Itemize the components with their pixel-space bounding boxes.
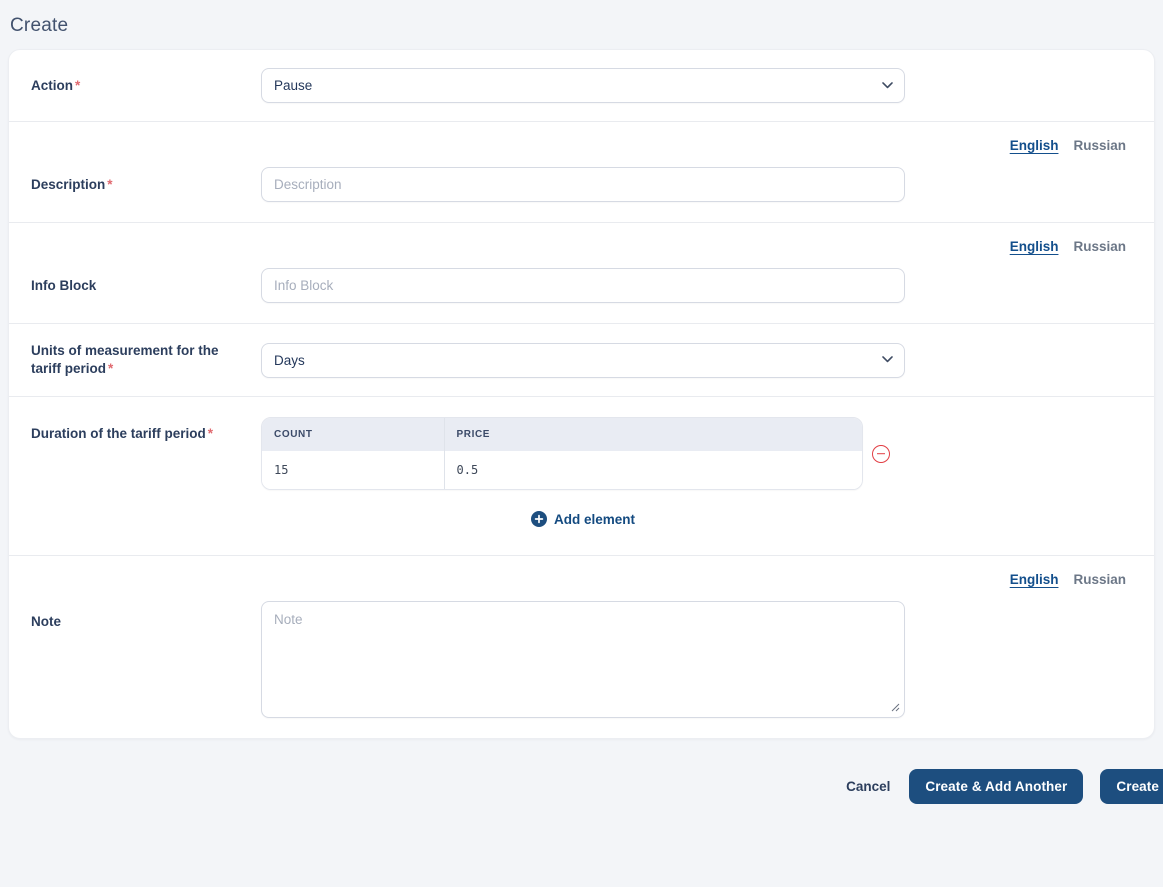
note-textarea[interactable] bbox=[261, 601, 905, 718]
required-asterisk: * bbox=[75, 77, 81, 93]
field-label-duration: Duration of the tariff period * bbox=[31, 425, 261, 531]
remove-row-button[interactable] bbox=[872, 444, 890, 463]
language-tabs: English Russian bbox=[9, 122, 1154, 153]
repeater-row-line: COUNT PRICE 15 0.5 bbox=[261, 417, 905, 490]
field-row-action: Action * Pause bbox=[9, 50, 1154, 121]
description-field bbox=[261, 167, 905, 202]
section-info-block: English Russian Info Block bbox=[9, 223, 1154, 323]
cancel-button[interactable]: Cancel bbox=[844, 771, 892, 802]
add-element-button[interactable]: Add element bbox=[525, 507, 641, 531]
field-label-description: Description * bbox=[31, 176, 261, 194]
table-header-row: COUNT PRICE bbox=[262, 418, 862, 451]
duration-label: Duration of the tariff period bbox=[31, 426, 206, 441]
required-asterisk: * bbox=[107, 176, 113, 192]
description-label: Description bbox=[31, 176, 106, 192]
column-header-count: COUNT bbox=[262, 418, 444, 451]
chevron-down-icon bbox=[882, 356, 893, 363]
section-description: English Russian Description * bbox=[9, 122, 1154, 222]
units-select-value: Days bbox=[274, 352, 305, 368]
field-row-duration: Duration of the tariff period * COUNT PRI… bbox=[9, 397, 1154, 555]
create-page: Create Action * Pause English Russian De… bbox=[0, 0, 1163, 887]
column-header-price: PRICE bbox=[443, 418, 862, 451]
field-label-units: Units of measurement for the tariff peri… bbox=[31, 342, 261, 378]
tab-english[interactable]: English bbox=[1010, 239, 1059, 254]
price-cell[interactable]: 0.5 bbox=[443, 451, 862, 489]
plus-circle-icon bbox=[530, 511, 547, 527]
resize-handle-icon[interactable] bbox=[891, 703, 900, 712]
chevron-down-icon bbox=[882, 81, 893, 88]
units-field: Days bbox=[261, 342, 905, 378]
add-element-label: Add element bbox=[553, 511, 635, 527]
units-label: Units of measurement for the tariff peri… bbox=[31, 343, 219, 376]
add-element-wrap: Add element bbox=[261, 507, 905, 531]
action-label: Action bbox=[31, 77, 73, 93]
note-label: Note bbox=[31, 614, 61, 629]
field-row-info-block: Info Block bbox=[9, 254, 1154, 323]
page-title: Create bbox=[10, 15, 69, 36]
action-select-value: Pause bbox=[274, 78, 313, 93]
language-tabs: English Russian bbox=[9, 223, 1154, 254]
action-select[interactable]: Pause bbox=[261, 68, 905, 103]
note-textarea-wrap bbox=[261, 601, 905, 718]
field-label-info-block: Info Block bbox=[31, 277, 261, 295]
field-row-note: Note bbox=[9, 587, 1154, 738]
field-label-action: Action * bbox=[31, 77, 261, 95]
footer-actions: Cancel Create & Add Another Create bbox=[0, 769, 1163, 804]
form-card: Action * Pause English Russian Descriptio… bbox=[8, 49, 1155, 739]
create-button[interactable]: Create bbox=[1100, 769, 1163, 804]
info-block-input[interactable] bbox=[261, 268, 905, 303]
tab-russian[interactable]: Russian bbox=[1073, 572, 1126, 587]
duration-table: COUNT PRICE 15 0.5 bbox=[261, 417, 863, 490]
table-row: 15 0.5 bbox=[262, 451, 862, 489]
duration-field: COUNT PRICE 15 0.5 Add element bbox=[261, 417, 905, 531]
required-asterisk: * bbox=[108, 361, 114, 376]
field-row-units: Units of measurement for the tariff peri… bbox=[9, 324, 1154, 396]
info-block-label: Info Block bbox=[31, 277, 97, 293]
create-add-another-button[interactable]: Create & Add Another bbox=[909, 769, 1084, 804]
required-asterisk: * bbox=[207, 426, 214, 441]
section-note: English Russian Note bbox=[9, 556, 1154, 738]
tab-russian[interactable]: Russian bbox=[1073, 138, 1126, 153]
units-select[interactable]: Days bbox=[261, 342, 905, 378]
description-input[interactable] bbox=[261, 167, 905, 202]
field-label-note: Note bbox=[31, 613, 261, 718]
action-field: Pause bbox=[261, 68, 905, 103]
count-cell[interactable]: 15 bbox=[262, 451, 444, 489]
language-tabs: English Russian bbox=[9, 556, 1154, 587]
tab-english[interactable]: English bbox=[1010, 572, 1059, 587]
note-field bbox=[261, 601, 905, 718]
field-row-description: Description * bbox=[9, 153, 1154, 222]
tab-english[interactable]: English bbox=[1010, 138, 1059, 153]
minus-icon bbox=[877, 452, 885, 455]
tab-russian[interactable]: Russian bbox=[1073, 239, 1126, 254]
info-block-field bbox=[261, 268, 905, 303]
